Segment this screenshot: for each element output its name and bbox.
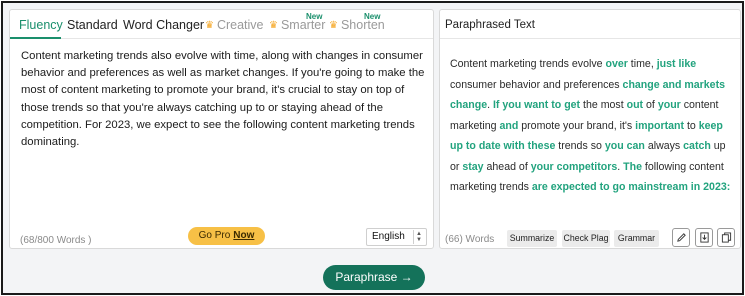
copy-button[interactable] (717, 228, 735, 247)
unchanged-phrase: ahead of (483, 160, 531, 173)
output-header: Paraphrased Text (440, 10, 740, 39)
go-pro-label: Go Pro (198, 230, 231, 241)
changed-phrase[interactable]: your (658, 99, 681, 111)
grammar-button[interactable]: Grammar (614, 230, 659, 247)
crown-icon: ♛ (269, 20, 278, 31)
changed-phrase[interactable]: If you want to get (493, 99, 580, 111)
unchanged-phrase: promote your brand, it's (518, 119, 636, 132)
unchanged-phrase: always (644, 140, 684, 152)
tab-standard[interactable]: Standard (67, 18, 118, 32)
unchanged-phrase: the most (580, 99, 627, 111)
changed-phrase[interactable]: and (499, 120, 518, 132)
new-badge: New (306, 12, 323, 21)
paraphraser-window: Fluency Standard Word Changer ♛ Creative … (1, 1, 744, 295)
mode-tabs: Fluency Standard Word Changer ♛ Creative … (10, 10, 433, 39)
unchanged-phrase: of (643, 99, 658, 111)
unchanged-phrase: to (684, 119, 699, 132)
tab-fluency[interactable]: Fluency (19, 18, 63, 32)
crown-icon: ♛ (205, 20, 214, 31)
tab-creative-label: Creative (216, 18, 264, 32)
changed-phrase[interactable]: your competitors (531, 161, 618, 173)
language-value: English (372, 231, 405, 242)
language-select[interactable]: English ▲ ▼ (366, 228, 427, 246)
changed-phrase[interactable]: are expected to go mainstream in 2023: (532, 181, 730, 193)
tab-shorten[interactable]: New ♛ Shorten (329, 12, 385, 32)
crown-icon: ♛ (329, 20, 338, 31)
chevron-updown-icon: ▲ ▼ (413, 230, 424, 244)
active-tab-indicator (10, 37, 61, 39)
download-button[interactable] (695, 228, 713, 247)
go-pro-now: Now (233, 230, 255, 241)
summarize-button[interactable]: Summarize (507, 230, 557, 247)
unchanged-phrase: Content marketing trends evolve (450, 58, 606, 70)
tab-smarter[interactable]: New ♛ Smarter (269, 12, 325, 32)
go-pro-button[interactable]: Go Pro Now (188, 227, 265, 245)
changed-phrase[interactable]: just like (657, 58, 696, 70)
output-panel: Paraphrased Text Content marketing trend… (439, 9, 741, 249)
tab-creative[interactable]: ♛ Creative (205, 18, 264, 32)
input-word-count: (68/800 Words ) (20, 235, 92, 246)
edit-button[interactable] (672, 228, 690, 247)
unchanged-phrase: time, (627, 58, 657, 70)
changed-phrase[interactable]: important (635, 120, 684, 132)
tab-word-changer[interactable]: Word Changer (123, 18, 204, 32)
output-title: Paraphrased Text (445, 19, 535, 31)
changed-phrase[interactable]: you can (605, 140, 645, 152)
unchanged-phrase: consumer behavior and preferences (450, 78, 623, 91)
input-panel: Fluency Standard Word Changer ♛ Creative … (9, 9, 434, 249)
output-word-count: (66) Words (445, 234, 495, 245)
input-textarea[interactable]: Content marketing trends also evolve wit… (21, 48, 426, 151)
changed-phrase[interactable]: catch (683, 140, 711, 152)
changed-phrase[interactable]: The (623, 161, 642, 173)
changed-phrase[interactable]: out (627, 99, 643, 111)
download-icon (700, 232, 709, 243)
copy-icon (721, 232, 732, 243)
check-plag-button[interactable]: Check Plag (562, 230, 610, 247)
paraphrase-button[interactable]: Paraphrase → (323, 265, 425, 290)
pen-icon (677, 233, 686, 242)
new-badge: New (364, 12, 381, 21)
changed-phrase[interactable]: stay (462, 161, 483, 173)
paraphrased-text[interactable]: Content marketing trends evolve over tim… (450, 54, 737, 198)
changed-phrase[interactable]: over (605, 58, 627, 70)
unchanged-phrase: trends so (555, 140, 605, 152)
